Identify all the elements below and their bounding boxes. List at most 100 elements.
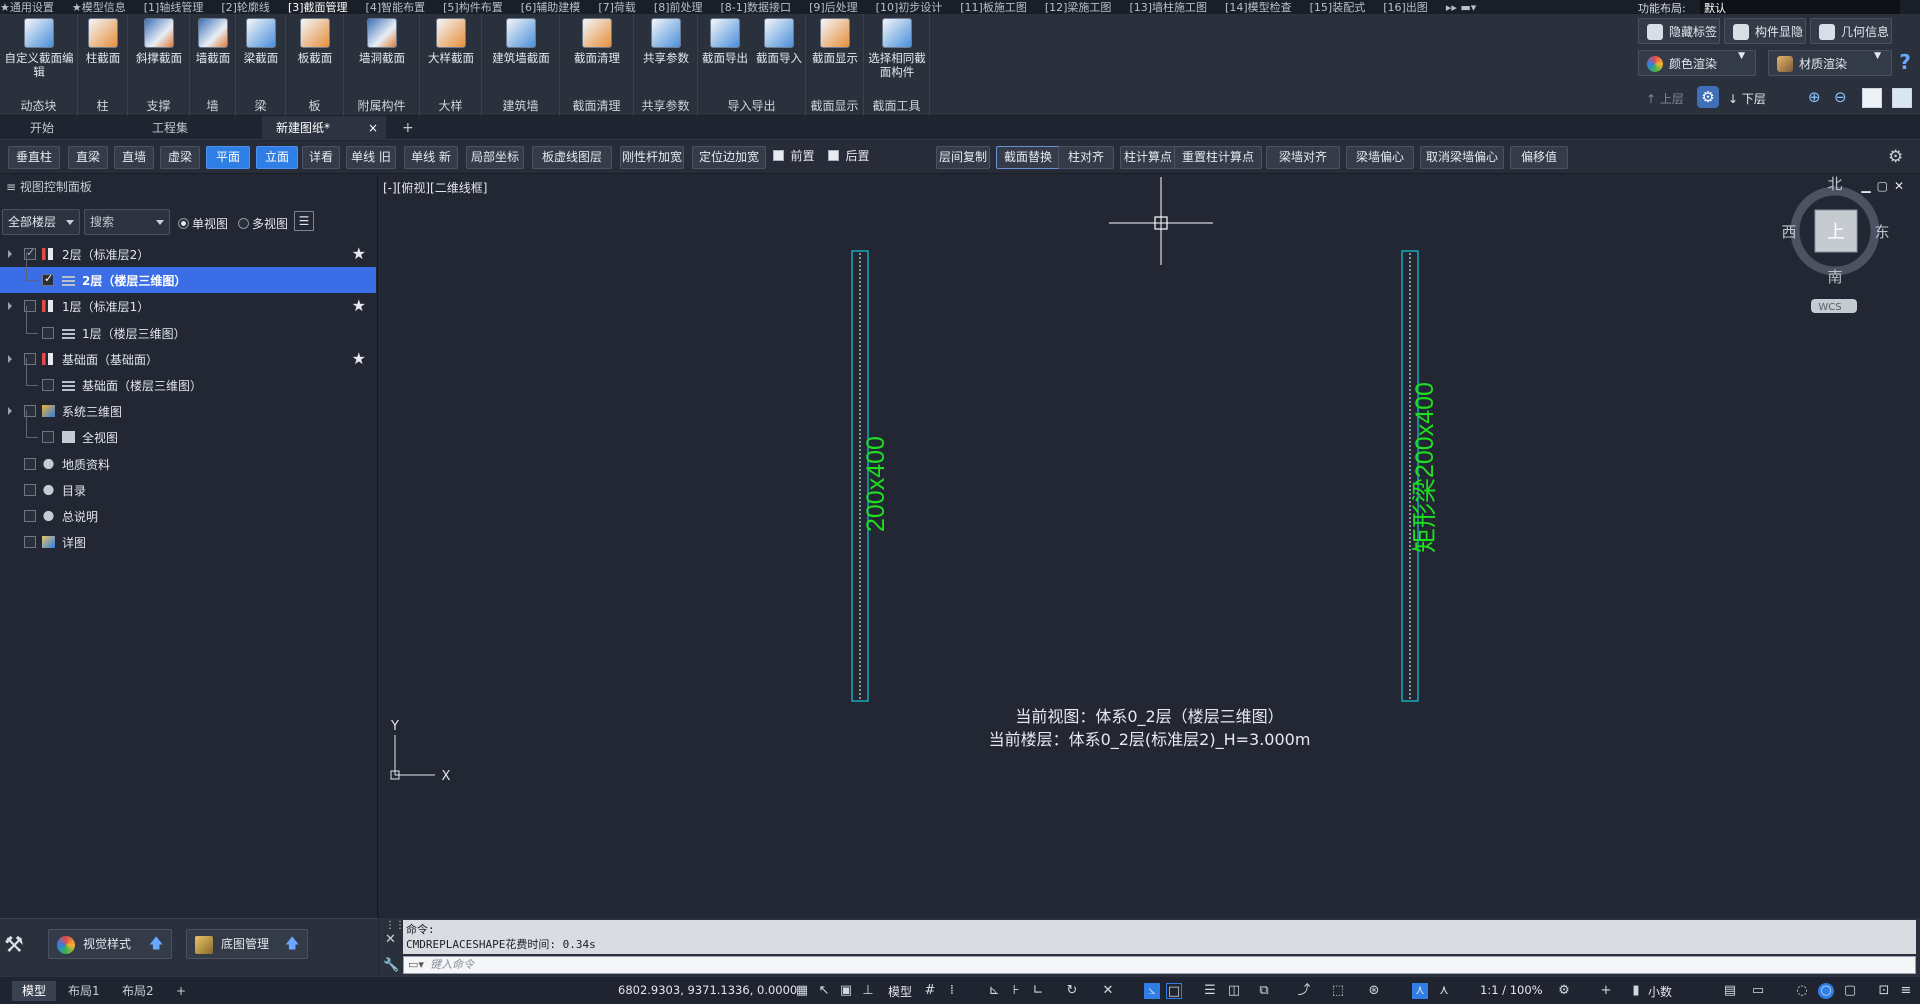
wcs-label[interactable]: WCS [1818,302,1841,313]
object-track-icon[interactable]: ↻ [1064,983,1080,999]
toolbar-button[interactable]: 垂直柱 [8,146,60,169]
close-icon[interactable]: ✕ [385,932,396,947]
toolbar-button[interactable]: 单线 新 [404,146,458,169]
screen-icon[interactable]: ▣ [838,983,854,999]
toolbar-button[interactable]: 梁墙偏心 [1346,146,1414,169]
component-show-button[interactable]: 构件显隐 [1724,18,1806,44]
grip-icon[interactable]: ⋮⋮ [385,920,405,931]
tree-item[interactable]: 基础面（楼层三维图） [0,372,376,398]
viewcube-top-label[interactable]: 上 [1827,222,1845,243]
menu-icon[interactable]: ≡ [1898,983,1914,999]
ribbon-button[interactable]: 梁截面 [236,16,286,65]
toolbar-button[interactable]: 直墙 [114,146,154,169]
properties-icon[interactable] [1892,88,1912,108]
search-input[interactable]: 搜索 [84,209,170,235]
osnap-icon[interactable]: ✕ [1100,983,1116,999]
help-button[interactable]: ? [1894,50,1916,76]
base-map-button[interactable]: 底图管理 🡅 [186,929,308,959]
wrench-icon[interactable]: 🔧 [383,958,399,973]
layers-icon[interactable] [1862,88,1882,108]
monitor-icon[interactable]: ⊡ [1876,983,1892,999]
plus-icon[interactable]: + [1598,983,1614,999]
module-tab[interactable]: [14]模型检查 [1225,0,1292,14]
ribbon-button[interactable]: 建筑墙截面 [482,16,560,65]
tree-item[interactable]: ✓ 2层（楼层三维图） [0,267,376,294]
tree-item[interactable]: 全视图 [0,424,376,450]
toolbar-button[interactable]: 后置 [824,146,874,169]
auto-scale-icon[interactable]: ⋏ [1436,983,1452,999]
toolbar-button[interactable]: 截面替换 [996,146,1060,169]
module-tab[interactable]: [12]梁施工图 [1045,0,1112,14]
isometric-icon[interactable]: ∟ [1030,983,1046,999]
tree-item[interactable]: 系统三维图 [0,398,376,424]
toolbar-button[interactable]: 柱计算点 [1120,146,1176,169]
multi-view-radio[interactable]: 多视图 [238,215,288,232]
tree-item[interactable]: 地质资料 [0,451,376,477]
annotation-scale[interactable]: 1:1 / 100% [1480,983,1543,997]
tree-item[interactable]: ✓ 2层（标准层2） ★ [0,241,376,267]
dynamic-input-icon[interactable]: ⦣ [1144,983,1160,999]
zoom-in-icon[interactable]: ⊕ [1808,88,1828,108]
geometry-info-button[interactable]: 几何信息 [1810,18,1892,44]
annotation-icon[interactable]: ⤴ [1296,983,1312,999]
grid-snap-icon[interactable]: ▦ [794,983,810,999]
grid-icon[interactable]: # [922,983,938,999]
ribbon-button[interactable]: 选择相同截面构件 [864,16,930,79]
tree-item[interactable]: 详图 [0,529,376,555]
star-icon[interactable]: ★ [352,296,366,315]
compass-west[interactable]: 西 [1781,223,1796,241]
gear-icon[interactable]: ⚙ [1697,86,1719,108]
ucs-toggle-icon[interactable]: ⊥ [860,983,876,999]
ribbon-button[interactable]: 柱截面 [78,16,128,65]
star-icon[interactable]: ★ [352,349,366,368]
cursor-icon[interactable]: ↖ [816,983,832,999]
ribbon-button[interactable]: 斜撑截面 [128,16,190,65]
module-tab[interactable]: [13]墙柱施工图 [1129,0,1207,14]
module-tab[interactable]: ★通用设置 [0,0,54,14]
fullscreen-icon[interactable]: ▢ [1842,983,1858,999]
left-beam[interactable]: 200x400 [851,250,890,702]
tree-checkbox[interactable]: ✓ [42,272,54,287]
module-tab[interactable]: [15]装配式 [1310,0,1366,14]
ribbon-button[interactable]: 墙洞截面 [344,16,420,65]
ribbon-button[interactable]: 自定义截面编辑 [0,16,78,79]
zoom-out-icon[interactable]: ⊖ [1834,88,1854,108]
properties-icon[interactable]: ▤ [1722,983,1738,999]
hardware-icon[interactable]: ▭ [1750,983,1766,999]
snap-icon[interactable]: ⁞ [944,983,960,999]
right-beam[interactable]: 矩形梁200x400 [1401,250,1439,702]
tools-icon[interactable]: ⚒ [4,933,24,958]
toolbar-button[interactable]: 详看 [302,146,340,169]
drawing-canvas[interactable]: 200x400 矩形梁200x400 Y X 上 北 南 东 西 WCS [379,175,1920,918]
toolbar-button[interactable]: 平面 [206,146,250,169]
toolbar-button[interactable]: 层间复制 [936,146,990,169]
star-icon[interactable]: ★ [352,244,366,263]
module-tab[interactable]: ★模型信息 [72,0,126,14]
selection-icon[interactable]: □ [1166,983,1182,999]
module-tab[interactable]: [11]板施工图 [960,0,1027,14]
model-space-toggle[interactable]: 模型 [888,983,912,1000]
floor-select[interactable]: 全部楼层 [2,209,80,235]
command-input[interactable]: ▭▾ 键入命令 [403,956,1916,974]
single-view-radio[interactable]: 单视图 [178,215,228,232]
toolbar-button[interactable]: 刚性杆加宽 [620,146,684,169]
ribbon-button[interactable]: 截面清理 [560,16,634,65]
gear-icon[interactable]: ⚙ [1888,147,1903,167]
tree-checkbox[interactable] [42,431,54,444]
toolbar-button[interactable]: 重置柱计算点 [1174,146,1262,169]
lower-floor-button[interactable]: ↓ 下层 [1728,90,1766,107]
units-icon[interactable]: ▮ [1628,983,1644,999]
layout-select[interactable]: 默认 [1700,0,1900,14]
transparency-icon[interactable]: ◫ [1226,983,1242,999]
module-tab[interactable]: [6]辅助建模 [521,0,581,14]
annotation-visibility-icon[interactable]: ⋏ [1412,983,1428,999]
add-layout-button[interactable]: + [166,981,196,1001]
tree-item[interactable]: 1层（楼层三维图） [0,320,376,346]
module-tab[interactable]: [9]后处理 [809,0,858,14]
toolbar-button[interactable]: 板虚线图层 [532,146,612,169]
ribbon-button[interactable]: 截面导入 [752,16,806,65]
module-tab[interactable]: [2]轮廓线 [221,0,270,14]
more-tabs-icon[interactable]: ▸▸ ▬▾ [1446,1,1476,14]
toolbar-button[interactable]: 梁墙对齐 [1266,146,1340,169]
menu-icon[interactable]: ☰ [294,211,314,231]
